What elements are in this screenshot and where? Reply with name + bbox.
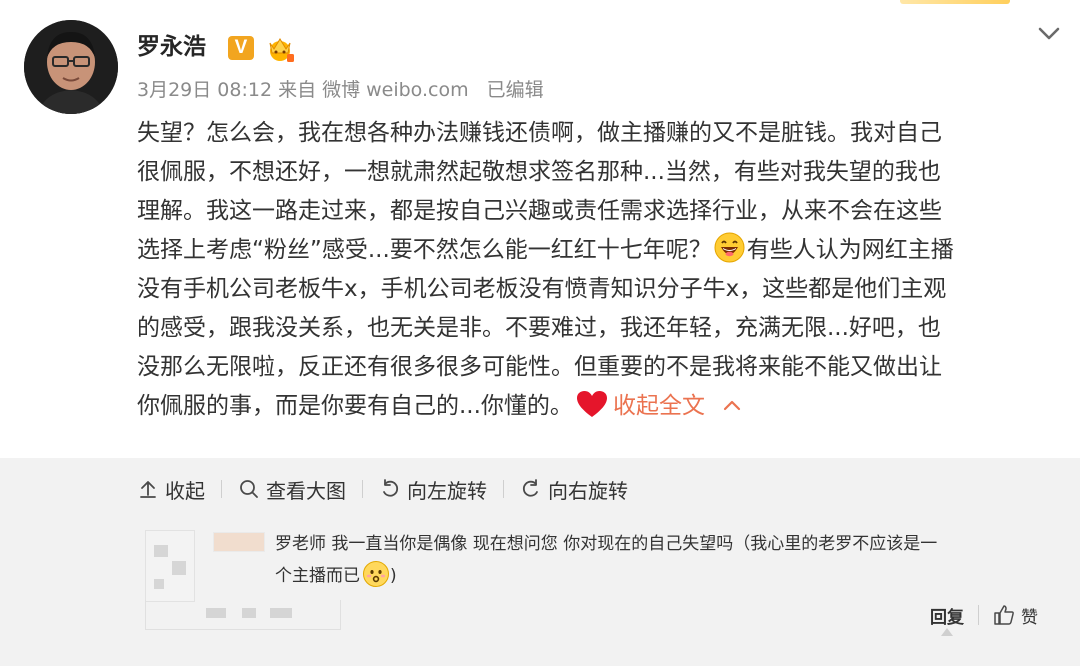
- collapse-full-text-link[interactable]: 收起全文: [613, 393, 705, 419]
- heart-icon: [576, 391, 607, 417]
- content-line: 没那么无限啦，反正还有很多很多可能性。但重要的不是我将来能不能又做出让: [137, 354, 942, 380]
- comment-text: 罗老师 我一直当你是偶像 现在想问您 你对现在的自己失望吗（我心里的老罗不应该是…: [275, 528, 1045, 592]
- laugh-emoji-icon: [714, 232, 745, 263]
- weibo-post: 罗永浩 V 3月29日 08:12 来自 微博 weibo.com 已编辑 失望？怎么…: [0, 0, 1080, 458]
- source-prefix: 来自: [278, 79, 317, 101]
- comment-actions: 回复 赞: [930, 600, 1038, 630]
- avatar[interactable]: [24, 20, 118, 114]
- reply-caret: [941, 628, 953, 636]
- collapse-label: 收起: [165, 478, 205, 503]
- post-content: 失望？怎么会，我在想各种办法赚钱还债啊，做主播赚的又不是脏钱。我对自己 很佩服，…: [137, 114, 1057, 426]
- rotate-right-icon: [522, 479, 538, 497]
- rotate-left-button[interactable]: 向左旋转: [379, 475, 487, 504]
- rotate-right-label: 向右旋转: [548, 478, 628, 503]
- content-line: 的感受，跟我没关系，也无关是非。不要难过，我还年轻，充满无限...好吧，也: [137, 315, 941, 341]
- arrow-up-icon: [140, 481, 156, 498]
- avatar-portrait-icon: [24, 20, 118, 114]
- rotate-right-button[interactable]: 向右旋转: [520, 475, 628, 504]
- comment-line: 个主播而已 ): [275, 560, 1045, 592]
- content-line: 你佩服的事，而是你要有自己的...你懂的。 收起全文: [137, 387, 1057, 426]
- post-time[interactable]: 3月29日 08:12: [137, 79, 272, 101]
- post-meta: 3月29日 08:12 来自 微博 weibo.com 已编辑: [137, 77, 550, 103]
- comment-segment: 个主播而已: [275, 566, 360, 586]
- edited-label[interactable]: 已编辑: [487, 79, 544, 101]
- thumb-up-icon: [994, 605, 1014, 625]
- view-large-label: 查看大图: [266, 478, 346, 503]
- rotate-left-label: 向左旋转: [407, 478, 487, 503]
- rotate-left-icon: [383, 479, 399, 497]
- chevron-down-icon[interactable]: [1036, 20, 1062, 46]
- content-line: 理解。我这一路走过来，都是按自己兴趣或责任需求选择行业，从来不会在这些: [137, 198, 942, 224]
- username[interactable]: 罗永浩: [137, 30, 206, 64]
- content-line: 失望？怎么会，我在想各种办法赚钱还债啊，做主播赚的又不是脏钱。我对自己: [137, 120, 942, 146]
- chevron-up-icon[interactable]: [723, 399, 741, 411]
- comment-item: 罗老师 我一直当你是偶像 现在想问您 你对现在的自己失望吗（我心里的老罗不应该是…: [145, 518, 1045, 636]
- like-label: 赞: [1021, 607, 1038, 628]
- collapse-button[interactable]: 收起: [137, 475, 205, 504]
- view-large-button[interactable]: 查看大图: [238, 475, 346, 504]
- toolbar-divider: [503, 480, 504, 498]
- content-line: 很佩服，不想还好，一想就肃然起敬想求签名那种...当然，有些对我失望的我也: [137, 159, 941, 185]
- search-icon: [240, 480, 258, 498]
- post-source[interactable]: 微博 weibo.com: [322, 79, 469, 101]
- verified-badge: V: [228, 36, 254, 60]
- crown-icon: [269, 38, 294, 62]
- content-segment: 有些人认为网红主播: [746, 237, 954, 263]
- content-line: 选择上考虑“粉丝”感受...要不然怎么能一红红十七年呢？ 有些人认为网红主播: [137, 231, 1057, 270]
- sad-emoji-icon: [363, 561, 389, 587]
- comment-segment: ): [390, 566, 397, 586]
- top-decoration: [900, 0, 1010, 4]
- content-segment: 你佩服的事，而是你要有自己的...你懂的。: [137, 393, 573, 419]
- blurred-username: [213, 532, 265, 552]
- comment-line: 罗老师 我一直当你是偶像 现在想问您 你对现在的自己失望吗（我心里的老罗不应该是…: [275, 534, 938, 554]
- image-toolbar: 收起 查看大图 向左旋转 向右旋转: [137, 472, 628, 506]
- reply-button[interactable]: 回复: [930, 603, 964, 628]
- content-line: 没有手机公司老板牛x，手机公司老板没有愤青知识分子牛x，这些都是他们主观: [137, 276, 947, 302]
- content-segment: 选择上考虑“粉丝”感受...要不然怎么能一红红十七年呢？: [137, 237, 712, 263]
- blurred-avatar: [145, 530, 195, 602]
- like-button[interactable]: 赞: [993, 603, 1038, 628]
- reply-divider: [978, 605, 979, 625]
- blurred-footer: [145, 600, 341, 630]
- toolbar-divider: [221, 480, 222, 498]
- toolbar-divider: [362, 480, 363, 498]
